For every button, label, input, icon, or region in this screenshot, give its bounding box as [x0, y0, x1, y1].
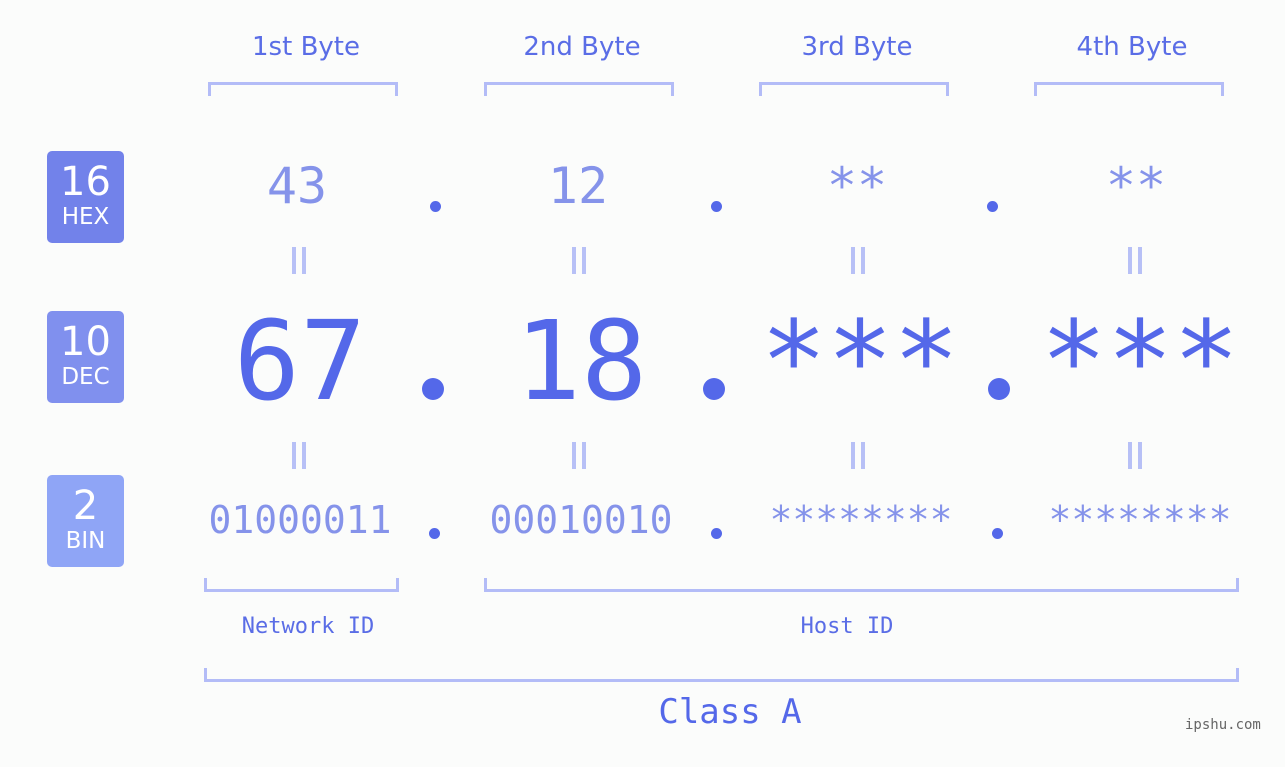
- class-bracket: [204, 668, 1239, 682]
- equals-icon: [292, 247, 306, 274]
- bin-dot-separator: [992, 528, 1003, 539]
- byte-header-2: 2nd Byte: [523, 32, 641, 62]
- hex-dot-separator: [987, 201, 998, 212]
- dec-byte-3: ***: [760, 297, 960, 425]
- network-id-bracket: [204, 578, 399, 592]
- bin-badge: 2 BIN: [47, 475, 124, 567]
- bin-byte-3: ********: [769, 498, 953, 542]
- dec-dot-separator: [703, 378, 725, 400]
- bin-badge-number: 2: [72, 483, 99, 529]
- hex-badge-label: HEX: [61, 204, 110, 230]
- dec-byte-1: 67: [233, 297, 367, 425]
- bin-dot-separator: [429, 528, 440, 539]
- hex-badge: 16 HEX: [47, 151, 124, 243]
- byte-header-1: 1st Byte: [252, 32, 360, 62]
- hex-dot-separator: [430, 201, 441, 212]
- hex-byte-2: 12: [547, 157, 609, 215]
- equals-icon: [572, 247, 586, 274]
- byte-header-4: 4th Byte: [1076, 32, 1188, 62]
- watermark: ipshu.com: [1185, 717, 1261, 733]
- class-label: Class A: [658, 692, 802, 732]
- hex-byte-4: **: [1105, 157, 1167, 215]
- byte-bracket-2: [484, 82, 674, 96]
- bin-byte-2: 00010010: [489, 498, 673, 542]
- dec-badge-number: 10: [60, 319, 111, 365]
- equals-icon: [1128, 442, 1142, 469]
- equals-icon: [292, 442, 306, 469]
- dec-dot-separator: [422, 378, 444, 400]
- hex-byte-3: **: [826, 157, 888, 215]
- dec-badge: 10 DEC: [47, 311, 124, 403]
- byte-header-3: 3rd Byte: [801, 32, 913, 62]
- dec-byte-2: 18: [514, 297, 648, 425]
- equals-icon: [851, 247, 865, 274]
- bin-byte-4: ********: [1048, 498, 1232, 542]
- byte-bracket-4: [1034, 82, 1224, 96]
- hex-dot-separator: [711, 201, 722, 212]
- hex-badge-number: 16: [60, 159, 111, 205]
- host-id-label: Host ID: [800, 614, 894, 639]
- equals-icon: [572, 442, 586, 469]
- byte-bracket-1: [208, 82, 398, 96]
- equals-icon: [1128, 247, 1142, 274]
- dec-badge-label: DEC: [61, 364, 110, 390]
- bin-dot-separator: [711, 528, 722, 539]
- equals-icon: [851, 442, 865, 469]
- dec-dot-separator: [988, 378, 1010, 400]
- host-id-bracket: [484, 578, 1239, 592]
- bin-badge-label: BIN: [65, 528, 106, 554]
- hex-byte-1: 43: [266, 157, 328, 215]
- byte-bracket-3: [759, 82, 949, 96]
- bin-byte-1: 01000011: [208, 498, 392, 542]
- network-id-label: Network ID: [241, 614, 375, 639]
- dec-byte-4: ***: [1040, 297, 1240, 425]
